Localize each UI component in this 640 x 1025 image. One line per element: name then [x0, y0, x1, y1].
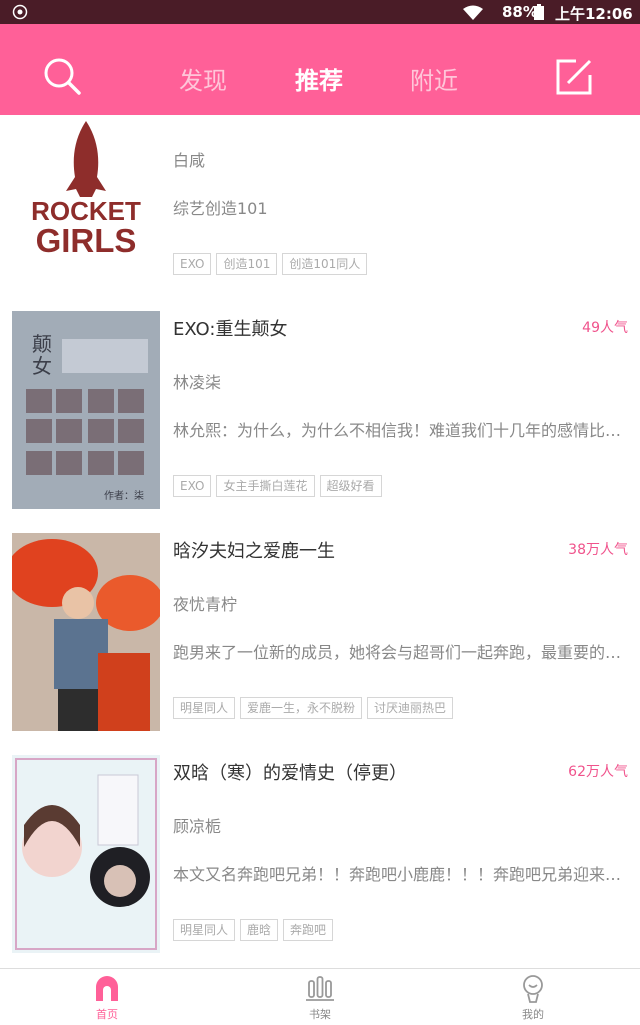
tag[interactable]: 超级好看: [319, 475, 382, 497]
tag[interactable]: 奔跑吧: [283, 919, 334, 941]
book-description: 跑男来了一位新的成员，她将会与超哥们一起奔跑，最重要的…: [173, 643, 622, 662]
wifi-icon: [463, 5, 483, 20]
tag-list: EXO 创造101 创造101同人: [173, 253, 368, 275]
book-title[interactable]: 晗汐夫妇之爱鹿一生: [173, 537, 335, 563]
rocket-girls-cover: ROCKET GIRLS: [31, 121, 141, 259]
tag[interactable]: 女主手撕白莲花: [216, 475, 315, 497]
battery-percent: 88%: [502, 3, 538, 21]
tag[interactable]: EXO: [173, 253, 212, 275]
tag[interactable]: EXO: [173, 475, 212, 497]
tag[interactable]: 讨厌迪丽热巴: [367, 697, 454, 719]
book-item[interactable]: ROCKET GIRLS 白咸 综艺创造101 EXO 创造101 创造101同…: [0, 115, 640, 313]
book-cover: 颠 女 作者：柒: [12, 311, 160, 509]
book-author[interactable]: 夜忧青柠: [173, 591, 237, 615]
search-icon[interactable]: [40, 54, 84, 98]
tag[interactable]: 鹿晗: [240, 919, 279, 941]
tag[interactable]: 爱鹿一生，永不脱粉: [240, 697, 363, 719]
book-cover: [12, 755, 160, 953]
cover-artwork: [12, 533, 160, 731]
book-author[interactable]: 林凌柒: [173, 369, 221, 393]
nav-home-label: 首页: [96, 1008, 118, 1021]
tag-list: 明星同人 鹿晗 奔跑吧: [173, 919, 334, 941]
book-item[interactable]: 晗汐夫妇之爱鹿一生 38万人气 夜忧青柠 跑男来了一位新的成员，她将会与超哥们一…: [0, 533, 640, 755]
bottom-nav: 首页 书架 我的: [0, 968, 640, 1025]
clock: 上午12:06: [555, 5, 633, 23]
notification-app-icon: [12, 4, 28, 20]
nav-profile[interactable]: 我的: [493, 973, 573, 1023]
popularity-count: 62万人气: [568, 764, 628, 780]
book-cover: [12, 533, 160, 731]
book-description: 本文又名奔跑吧兄弟！！奔跑吧小鹿鹿！！！奔跑吧兄弟迎来…: [173, 865, 622, 884]
profile-icon: [523, 975, 543, 1003]
tag[interactable]: 明星同人: [173, 919, 236, 941]
book-description: 林允熙：为什么，为什么不相信我！难道我们十几年的感情比…: [173, 421, 622, 440]
tag-list: EXO 女主手撕白莲花 超级好看: [173, 475, 382, 497]
book-title[interactable]: 双晗（寒）的爱情史（停更）: [173, 759, 407, 785]
book-cover: ROCKET GIRLS: [12, 115, 160, 289]
edit-icon[interactable]: [554, 57, 594, 97]
cover-title-line2: GIRLS: [36, 222, 137, 259]
book-author[interactable]: 顾凉栀: [173, 813, 221, 837]
book-author[interactable]: 白咸: [173, 147, 205, 171]
tag[interactable]: 创造101同人: [282, 253, 368, 275]
cover-glyph-2: 女: [32, 354, 52, 378]
tag[interactable]: 明星同人: [173, 697, 236, 719]
popularity-count: 38万人气: [568, 542, 628, 558]
tag[interactable]: 创造101: [216, 253, 278, 275]
cover-artwork: 颠 女 作者：柒: [12, 311, 160, 509]
cover-glyph-1: 颠: [32, 332, 52, 356]
tag-list: 明星同人 爱鹿一生，永不脱粉 讨厌迪丽热巴: [173, 697, 454, 719]
cover-author-note: 作者：柒: [104, 489, 144, 502]
book-feed[interactable]: ROCKET GIRLS 白咸 综艺创造101 EXO 创造101 创造101同…: [0, 115, 640, 968]
cover-artwork: [12, 755, 160, 953]
book-title[interactable]: EXO:重生颠女: [173, 315, 287, 341]
tab-recommend[interactable]: 推荐: [295, 61, 343, 96]
book-item[interactable]: 颠 女 作者：柒 EXO:重生颠女 49人气 林凌柒 林允熙：为什么，为什么不相…: [0, 311, 640, 533]
book-description: 综艺创造101: [173, 199, 268, 218]
nav-bookshelf[interactable]: 书架: [280, 973, 360, 1023]
nav-profile-label: 我的: [522, 1008, 544, 1021]
home-icon: [96, 976, 118, 1001]
popularity-count: 49人气: [582, 320, 628, 336]
top-nav: 发现 推荐 附近: [0, 24, 640, 115]
battery-icon: [534, 4, 544, 20]
nav-bookshelf-label: 书架: [309, 1008, 331, 1021]
book-item[interactable]: 双晗（寒）的爱情史（停更） 62万人气 顾凉栀 本文又名奔跑吧兄弟！！奔跑吧小鹿…: [0, 755, 640, 968]
tab-discover[interactable]: 发现: [179, 61, 227, 96]
bookshelf-icon: [306, 976, 334, 1001]
nav-home[interactable]: 首页: [67, 973, 147, 1023]
tab-nearby[interactable]: 附近: [410, 61, 458, 96]
status-bar: 88% 上午12:06: [0, 0, 640, 24]
